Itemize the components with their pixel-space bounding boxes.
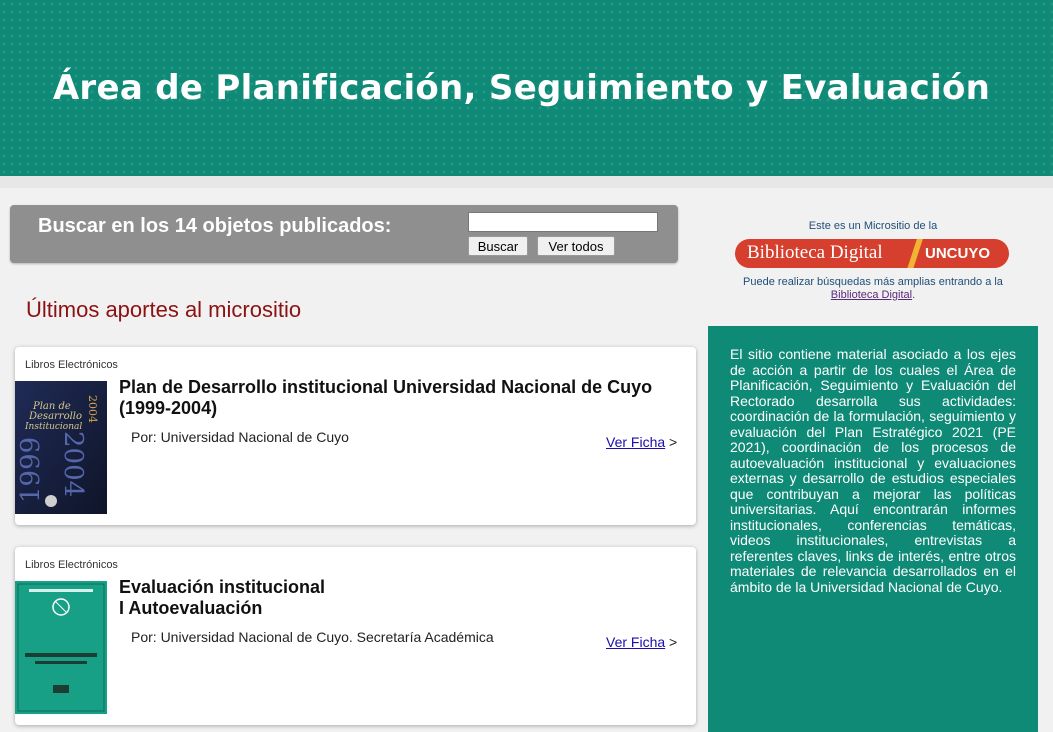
list-item: Libros Electrónicos 1999 2004 Plan de De… (15, 347, 696, 525)
banner-divider (0, 176, 1053, 188)
view-record-link-wrapper: Ver Ficha > (606, 434, 677, 450)
site-description-panel: El sitio contiene material asociado a lo… (708, 326, 1038, 732)
item-author: Por: Universidad Nacional de Cuyo (131, 429, 349, 445)
logo-slash-icon (906, 239, 924, 268)
logo-biblioteca-text: Biblioteca Digital (747, 242, 883, 263)
book-cover-evaluacion-icon (15, 581, 107, 714)
view-record-link-wrapper: Ver Ficha > (606, 634, 677, 650)
svg-text:1999: 1999 (16, 437, 46, 503)
biblioteca-digital-link[interactable]: Biblioteca Digital (831, 289, 912, 301)
page-title: Área de Planificación, Seguimiento y Eva… (52, 68, 991, 108)
list-item: Libros Electrónicos Evaluación instituci… (15, 547, 696, 725)
microsite-intro: Este es un Micrositio de la (712, 220, 1034, 232)
search-panel: Buscar en los 14 objetos publicados: Bus… (10, 205, 678, 263)
book-cover-plan-icon: 1999 2004 Plan de Desarrollo Institucion… (15, 381, 107, 514)
microsite-intro-text: Este es un Micrositio de la (808, 220, 938, 232)
site-description-text: El sitio contiene material asociado a lo… (730, 346, 1016, 595)
svg-text:2004: 2004 (58, 431, 88, 497)
item-title[interactable]: Plan de Desarrollo institucional Univers… (119, 377, 679, 419)
search-input[interactable] (468, 212, 658, 232)
logo-uncuyo-text: UNCUYO (925, 245, 991, 262)
svg-text:2004: 2004 (86, 395, 99, 423)
latest-contributions-heading: Últimos aportes al micrositio (26, 297, 302, 322)
search-label: Buscar en los 14 objetos publicados: (38, 215, 392, 237)
header-banner: Área de Planificación, Seguimiento y Eva… (0, 0, 1053, 176)
biblioteca-digital-logo[interactable]: Biblioteca Digital UNCUYO (735, 239, 1009, 268)
item-title[interactable]: Evaluación institucional I Autoevaluació… (119, 577, 679, 619)
item-category: Libros Electrónicos (25, 359, 118, 371)
book-cover-image[interactable]: 1999 2004 Plan de Desarrollo Institucion… (15, 381, 107, 514)
book-cover-image[interactable] (15, 581, 107, 714)
search-button[interactable]: Buscar (468, 236, 528, 256)
item-author: Por: Universidad Nacional de Cuyo. Secre… (131, 629, 494, 645)
view-record-link[interactable]: Ver Ficha (606, 634, 665, 650)
chevron-right-icon: > (669, 434, 678, 450)
svg-text:Desarrollo: Desarrollo (28, 411, 82, 422)
item-title-line1: Evaluación institucional (119, 577, 326, 597)
view-all-button[interactable]: Ver todos (537, 236, 615, 256)
svg-text:Institucional: Institucional (24, 422, 82, 432)
broader-search-period: . (912, 289, 916, 301)
item-title-line2: I Autoevaluación (119, 598, 263, 618)
broader-search-text: Puede realizar búsquedas más amplias ent… (743, 276, 1003, 288)
chevron-right-icon: > (669, 634, 678, 650)
item-category: Libros Electrónicos (25, 559, 118, 571)
view-record-link[interactable]: Ver Ficha (606, 434, 665, 450)
broader-search-note: Puede realizar búsquedas más amplias ent… (712, 276, 1034, 302)
